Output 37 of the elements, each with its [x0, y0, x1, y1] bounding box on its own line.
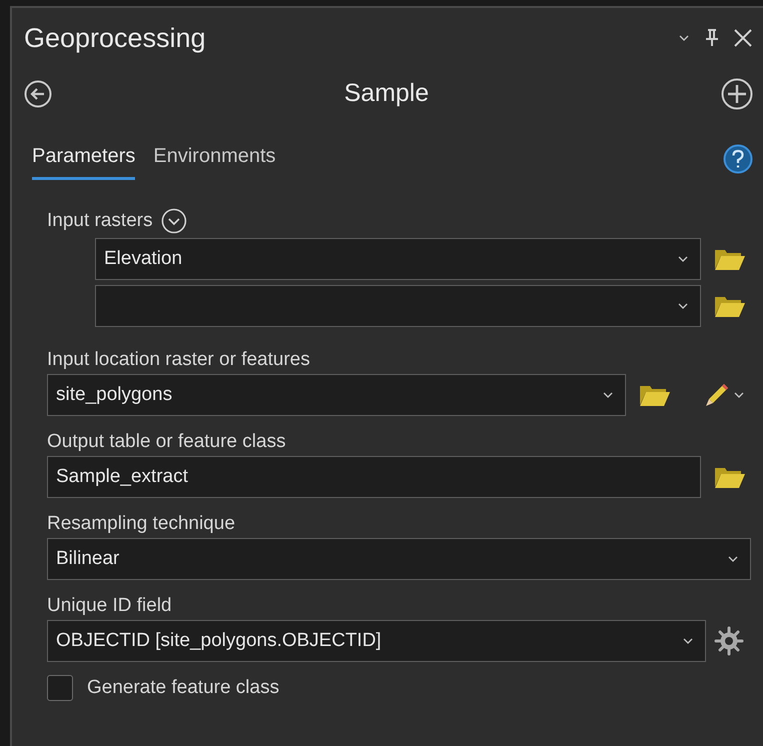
chevron-down-icon	[678, 256, 688, 262]
parameter-label: Output table or feature class	[47, 430, 287, 454]
pencil-icon	[704, 382, 730, 408]
close-icon[interactable]	[733, 28, 753, 48]
chevron-down-icon	[678, 303, 688, 309]
tab[interactable]: Environments	[153, 141, 276, 180]
dropdown-field[interactable]: Bilinear	[47, 538, 751, 580]
folder-icon	[714, 465, 746, 489]
add-icon[interactable]	[721, 78, 753, 110]
gear-icon	[714, 626, 744, 656]
parameter-label: Unique ID field	[47, 594, 173, 618]
folder-icon	[714, 294, 746, 318]
folder-icon	[639, 383, 671, 407]
expand-circle-icon[interactable]	[160, 208, 187, 234]
chevron-down-icon	[734, 392, 744, 398]
panel-title: Geoprocessing	[24, 22, 207, 55]
dropdown-field[interactable]	[95, 285, 701, 327]
chevron-down-icon	[728, 556, 738, 562]
checkbox[interactable]	[47, 675, 73, 702]
dropdown-field[interactable]: site_polygons	[47, 374, 626, 416]
chevron-down-icon	[683, 638, 693, 644]
back-icon[interactable]	[24, 80, 52, 108]
folder-icon	[714, 247, 746, 271]
parameter-label: Resampling technique	[47, 512, 236, 536]
input-field[interactable]: Sample_extract	[47, 456, 701, 498]
parameter-label: Input location raster or features	[47, 348, 311, 372]
dropdown-field[interactable]: Elevation	[95, 238, 701, 280]
chevron-down-icon	[679, 35, 689, 41]
dropdown-field[interactable]: OBJECTID [site_polygons.OBJECTID]	[47, 620, 706, 662]
checkbox-label: Generate feature class	[87, 676, 280, 700]
help-icon[interactable]	[723, 144, 753, 174]
parameter-label: Input rasters	[47, 209, 153, 233]
pin-icon[interactable]	[705, 29, 719, 47]
tab[interactable]: Parameters	[32, 141, 136, 180]
settings-button[interactable]	[712, 624, 746, 658]
chevron-down-icon	[603, 392, 613, 398]
tool-title: Sample	[343, 78, 430, 110]
